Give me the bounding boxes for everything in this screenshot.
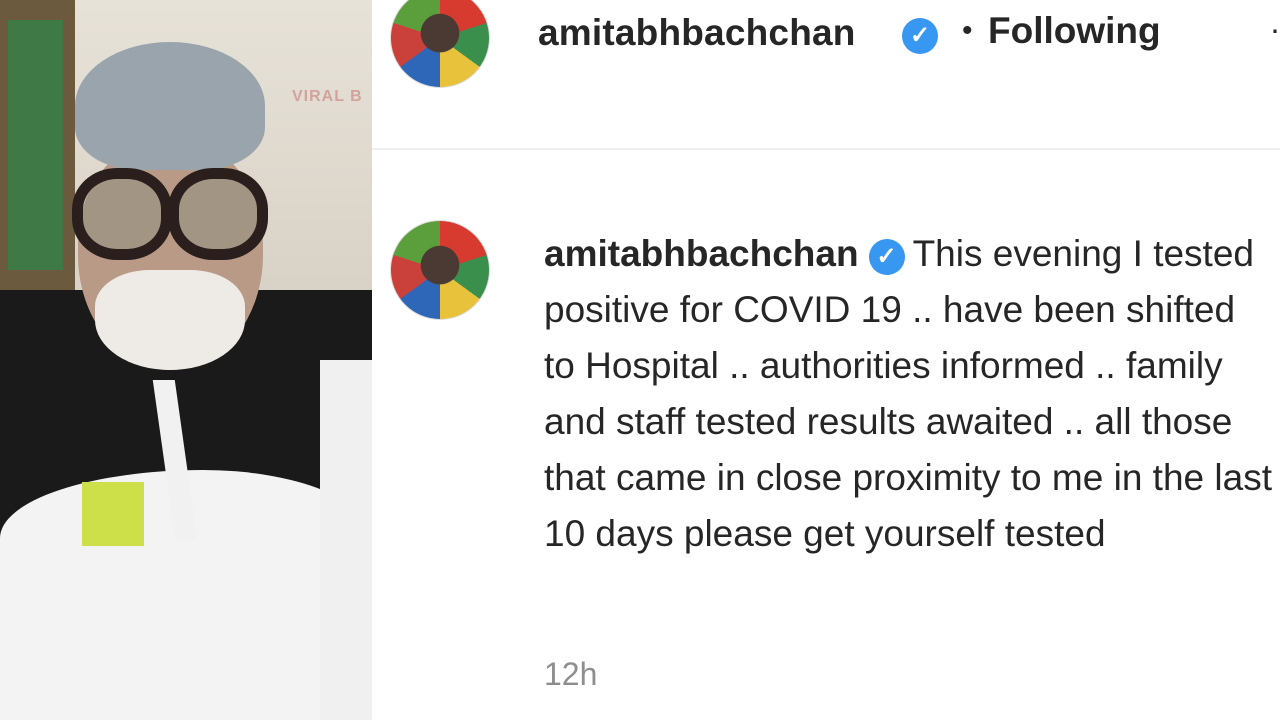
caption-username[interactable]: amitabhbachchan — [544, 233, 859, 274]
post-caption: amitabhbachchan ✓ This evening I tested po… — [544, 226, 1274, 562]
picture-frame-inner — [8, 20, 63, 270]
jacket-sleeve — [320, 360, 372, 720]
post-header: amitabhbachchan ✓ • Following ⋯ — [372, 0, 1280, 150]
jacket-patch — [82, 482, 144, 546]
person-beard — [95, 270, 245, 370]
caption-avatar[interactable] — [390, 220, 490, 320]
more-options-icon[interactable]: ⋯ — [1270, 14, 1280, 49]
header-separator: • — [962, 14, 973, 47]
watermark: VIRAL B — [292, 88, 363, 105]
following-button[interactable]: Following — [988, 10, 1161, 52]
verified-badge-icon: ✓ — [868, 239, 905, 275]
post-timestamp[interactable]: 12h — [544, 656, 597, 693]
instagram-post: amitabhbachchan ✓ • Following ⋯ amitabhb… — [372, 0, 1280, 720]
video-frame: VIRAL B — [0, 0, 372, 720]
header-username[interactable]: amitabhbachchan — [538, 12, 856, 54]
glasses-right-lens — [168, 168, 268, 260]
profile-avatar[interactable] — [390, 0, 490, 88]
caption-text: This evening I tested positive for COVID… — [544, 233, 1272, 554]
glasses-left-lens — [72, 168, 172, 260]
picture-frame — [0, 0, 75, 290]
verified-badge-icon: ✓ — [902, 18, 938, 54]
person-headband — [75, 42, 265, 170]
